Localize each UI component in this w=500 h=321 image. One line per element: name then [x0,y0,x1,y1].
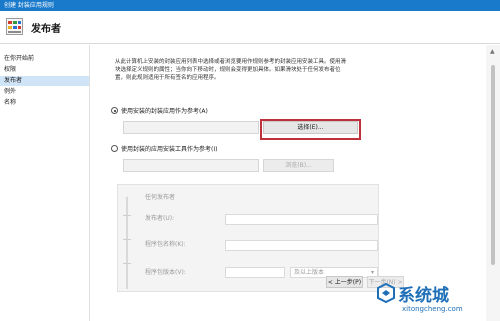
instructions-line: 块选择定义规则的属性；当你向下移动时，规则会变得更加具体。如果滑块处于任何发布者… [115,67,341,73]
slider-tick [123,263,131,264]
installed-app-path-field[interactable] [123,121,259,134]
wizard-window: 创建 封装应用规则 发布者 在你开始前 权限 发布者 例外 名称 从此计算机上安… [0,0,500,321]
sidebar-item-label: 权限 [4,66,17,73]
browse-button[interactable]: 浏览(B)... [263,159,334,172]
wizard-header: 发布者 [0,11,500,44]
publisher-label: 发布者(U): [145,215,175,222]
slider-tick [123,215,131,216]
sidebar-item-label: 名称 [4,99,17,106]
wizard-steps-sidebar: 在你开始前 权限 发布者 例外 名称 [0,45,90,321]
option-installer-radio[interactable]: 使用封装的应用安装工具作为参考(I) [111,145,217,154]
slider-tick [123,239,131,240]
title-bar: 创建 封装应用规则 [0,0,500,11]
vertical-scrollbar[interactable]: ▲ [486,45,500,321]
site-watermark: 系统城 xitongcheng.com [374,281,496,319]
sidebar-item-exceptions[interactable]: 例外 [0,87,89,97]
back-button[interactable]: < 上一步(P) [326,276,363,288]
watermark-url: xitongcheng.com [402,305,463,313]
page-title: 发布者 [31,24,61,35]
instructions-line: 从此计算机上安装的封装应用列表中选择或者浏览要用作规则参考的封装应用安装工具。使… [115,59,347,65]
back-button-label: < 上一步(P) [327,279,362,286]
sidebar-item-label: 在你开始前 [4,55,35,62]
sidebar-item-publisher[interactable]: 发布者 [0,76,89,86]
option-installed-app-label: 使用安装的封装应用作为参考(A) [121,108,208,115]
scrollbar-thumb[interactable] [491,65,495,265]
publisher-field[interactable] [225,214,378,225]
applocker-rule-icon [6,18,23,35]
radio-checked-icon [111,107,118,114]
sidebar-item-label: 例外 [4,88,17,95]
watermark-text: 系统城 [398,286,449,306]
instructions-line: 置，则此规则适用于所有签名的应用程序。 [115,75,220,81]
scroll-up-arrow-icon[interactable]: ▲ [490,48,495,55]
browse-button-label: 浏览(B)... [285,162,312,169]
sidebar-item-name[interactable]: 名称 [0,98,89,108]
watermark-logo-icon [377,283,395,303]
any-publisher-label: 任何发布者 [145,194,176,201]
radio-unchecked-icon [111,145,118,152]
select-button-highlight [260,119,361,140]
option-installer-label: 使用封装的应用安装工具作为参考(I) [121,146,218,153]
installer-path-field[interactable] [123,159,259,172]
sidebar-item-label: 发布者 [4,77,23,84]
package-name-field[interactable] [225,240,378,251]
sidebar-item-permissions[interactable]: 权限 [0,65,89,75]
instructions-text: 从此计算机上安装的封装应用列表中选择或者浏览要用作规则参考的封装应用安装工具。使… [115,58,475,82]
sidebar-item-before-you-begin[interactable]: 在你开始前 [0,54,89,64]
package-name-label: 程序包名称(K): [145,241,186,248]
window-title: 创建 封装应用规则 [4,2,54,9]
option-installed-app-radio[interactable]: 使用安装的封装应用作为参考(A) [111,107,208,116]
